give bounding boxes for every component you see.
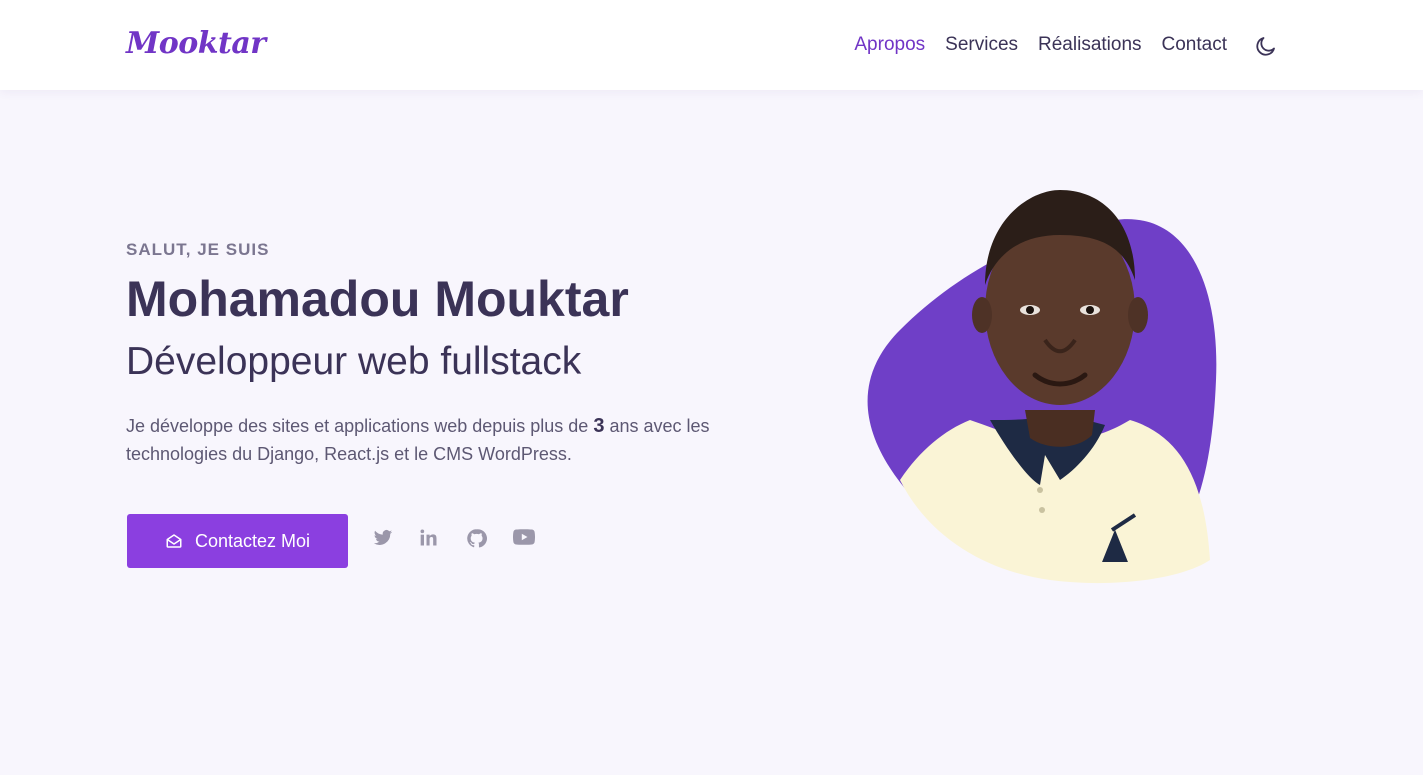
mail-open-icon [165, 532, 183, 550]
hero-role: Développeur web fullstack [126, 340, 582, 383]
linkedin-icon[interactable] [419, 528, 442, 550]
social-links [372, 528, 560, 550]
contact-me-button[interactable]: Contactez Moi [127, 514, 348, 568]
nav-link-contact[interactable]: Contact [1162, 34, 1227, 56]
profile-portrait [860, 180, 1230, 590]
hero-greeting: SALUT, JE SUIS [126, 240, 270, 259]
years-count: 3 [593, 415, 605, 437]
hero-name: Mohamadou Mouktar [126, 271, 629, 327]
twitter-icon[interactable] [372, 528, 395, 550]
main-nav: Apropos Services Réalisations Contact [834, 34, 1227, 56]
contact-me-label: Contactez Moi [194, 530, 311, 551]
logo[interactable]: Mooktar [126, 26, 266, 61]
hero-description: Je développe des sites et applications w… [126, 412, 726, 468]
site-header: Mooktar Apropos Services Réalisations Co… [0, 0, 1423, 90]
hero-description-text: Je développe des sites et applications w… [126, 416, 594, 436]
moon-icon[interactable] [1254, 34, 1278, 58]
youtube-icon[interactable] [513, 528, 536, 550]
github-icon[interactable] [466, 528, 489, 550]
nav-link-realisations[interactable]: Réalisations [1038, 34, 1142, 56]
nav-link-services[interactable]: Services [945, 34, 1018, 56]
nav-link-apropos[interactable]: Apropos [854, 34, 925, 56]
